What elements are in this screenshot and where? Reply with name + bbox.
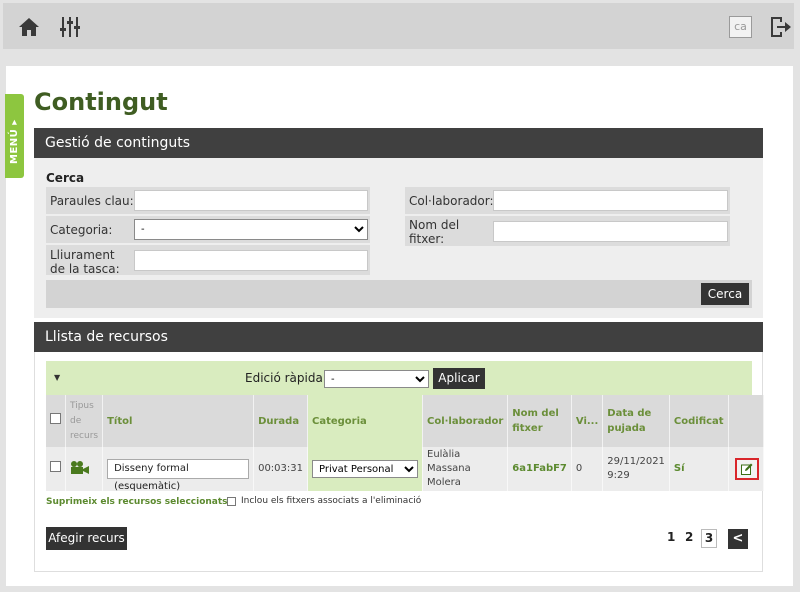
resource-list-header: Llista de recursos bbox=[34, 322, 763, 352]
col-actions bbox=[728, 395, 764, 447]
video-icon bbox=[71, 460, 89, 474]
col-encoded[interactable]: Codificat bbox=[669, 395, 729, 447]
logout-icon[interactable] bbox=[768, 15, 792, 39]
keywords-input[interactable] bbox=[134, 190, 368, 211]
delete-selected-label: Suprimeix els recursos seleccionats bbox=[46, 497, 228, 507]
title-cell: Disseny formal (esquemàtic) bbox=[102, 447, 255, 492]
previous-page-button[interactable]: < bbox=[728, 529, 748, 549]
page-title: Contingut bbox=[34, 88, 168, 116]
language-button[interactable]: ca bbox=[729, 16, 752, 38]
top-bar: ca bbox=[3, 3, 794, 49]
page-link-3-current[interactable]: 3 bbox=[701, 529, 717, 548]
keywords-label: Paraules clau: bbox=[50, 194, 134, 208]
filename-input[interactable] bbox=[493, 221, 728, 242]
encoded-cell: Sí bbox=[669, 447, 729, 491]
filename-cell[interactable]: 6a1FabF7 bbox=[507, 447, 572, 491]
menu-tab-label: MENÚ ▸ bbox=[9, 119, 20, 164]
include-files-checkbox[interactable] bbox=[227, 496, 236, 506]
menu-tab[interactable]: MENÚ ▸ bbox=[5, 94, 24, 178]
page-link-1[interactable]: 1 bbox=[667, 530, 675, 544]
col-upload-date[interactable]: Data de pujada bbox=[602, 395, 670, 447]
content-management-header: Gestió de continguts bbox=[34, 128, 763, 158]
table-row: Disseny formal (esquemàtic) 00:03:31 Pri… bbox=[46, 447, 764, 492]
search-button[interactable]: Cerca bbox=[701, 283, 749, 305]
home-icon[interactable] bbox=[17, 15, 41, 39]
search-heading: Cerca bbox=[46, 171, 85, 185]
col-collaborator[interactable]: Col·laborador bbox=[422, 395, 509, 447]
collaborator-label: Col·laborador: bbox=[409, 194, 494, 208]
col-filename[interactable]: Nom del fitxer bbox=[507, 395, 572, 447]
duration-cell: 00:03:31 bbox=[253, 447, 308, 491]
delete-selected-link[interactable]: Suprimeix els recursos seleccionats * bbox=[46, 497, 235, 507]
category-cell: Privat Personal bbox=[307, 447, 423, 491]
select-all-checkbox[interactable] bbox=[50, 413, 61, 424]
select-all-cell bbox=[46, 395, 66, 447]
row-checkbox[interactable] bbox=[50, 461, 61, 472]
col-category[interactable]: Categoria bbox=[307, 395, 423, 447]
quick-edit-select[interactable]: - bbox=[324, 370, 429, 388]
resource-type-cell bbox=[65, 447, 104, 491]
edit-icon bbox=[740, 463, 753, 475]
add-resource-button[interactable]: Afegir recurs bbox=[46, 527, 127, 550]
title-input[interactable]: Disseny formal (esquemàtic) bbox=[107, 459, 250, 492]
sliders-icon[interactable] bbox=[58, 15, 82, 39]
include-files-label: Inclou els fitxers associats a l'elimina… bbox=[241, 496, 422, 506]
task-delivery-label: Lliurament de la tasca: bbox=[50, 248, 120, 276]
category-label: Categoria: bbox=[50, 223, 113, 237]
col-title[interactable]: Títol bbox=[102, 395, 255, 447]
table-header-row: Tipus de recurs Títol Durada Categoria C… bbox=[46, 395, 764, 447]
edit-button[interactable] bbox=[734, 458, 759, 480]
quick-edit-label: Edició ràpida: bbox=[245, 371, 327, 385]
upload-date-cell: 29/11/2021 9:29 bbox=[602, 447, 670, 491]
page-link-2[interactable]: 2 bbox=[685, 530, 693, 544]
row-select-cell bbox=[46, 447, 66, 491]
collaborator-cell: Eulàlia Massana Molera bbox=[422, 447, 509, 491]
row-category-select[interactable]: Privat Personal bbox=[312, 460, 418, 478]
resources-table: Tipus de recurs Títol Durada Categoria C… bbox=[46, 395, 764, 492]
task-delivery-input[interactable] bbox=[134, 250, 368, 271]
collapse-arrow-icon[interactable]: ▼ bbox=[54, 373, 60, 382]
actions-cell bbox=[728, 447, 764, 491]
col-views[interactable]: Vi... bbox=[571, 395, 604, 447]
collaborator-input[interactable] bbox=[493, 190, 728, 211]
search-action-bar bbox=[46, 280, 752, 308]
col-type[interactable]: Tipus de recurs bbox=[65, 395, 104, 447]
filename-label: Nom del fitxer: bbox=[409, 218, 460, 246]
views-cell: 0 bbox=[571, 447, 604, 491]
category-select[interactable]: - bbox=[134, 219, 368, 240]
col-duration[interactable]: Durada bbox=[253, 395, 308, 447]
include-files-option: Inclou els fitxers associats a l'elimina… bbox=[227, 496, 421, 506]
apply-button[interactable]: Aplicar bbox=[433, 368, 485, 389]
